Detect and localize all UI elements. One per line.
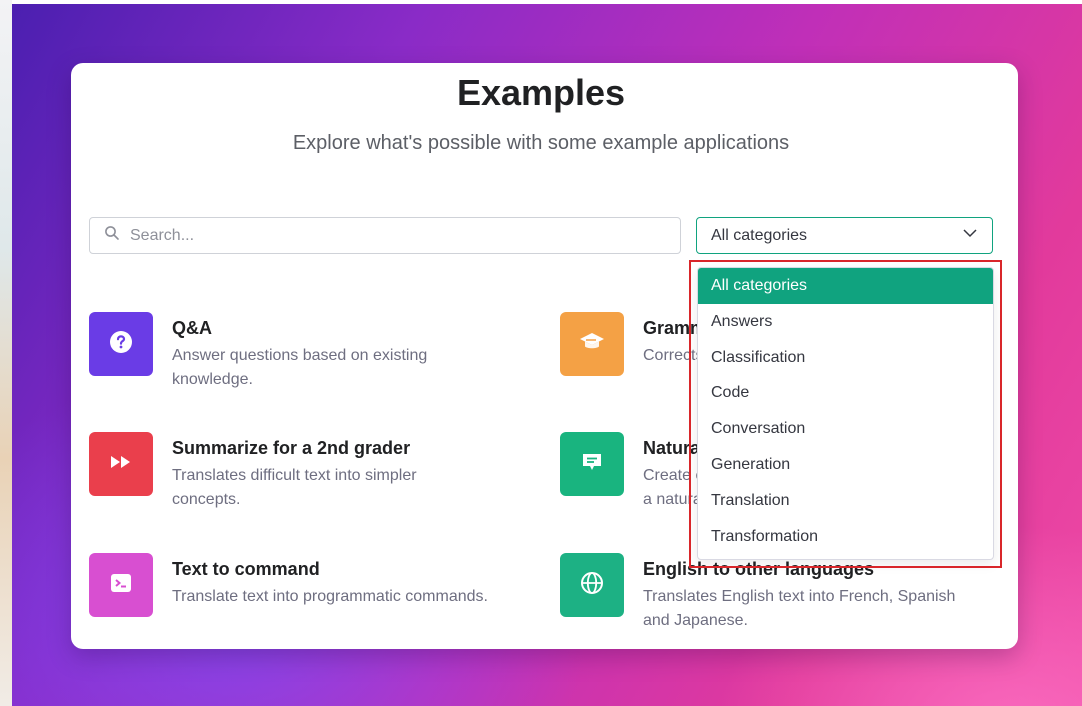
example-title: Summarize for a 2nd grader	[172, 438, 411, 458]
example-description: Create code to call to the OpenAI API us…	[643, 467, 703, 508]
example-description: Translate text into programmatic command…	[172, 588, 488, 605]
globe-icon	[580, 571, 604, 600]
example-title: English to other languages	[643, 559, 875, 579]
chevron-down-icon	[962, 225, 978, 246]
example-title: Q&A	[172, 318, 212, 338]
dropdown-option-conversation[interactable]: Conversation	[698, 411, 993, 447]
category-dropdown-menu: All categories Answers Classification Co…	[697, 267, 994, 560]
example-icon-tile	[560, 312, 624, 376]
example-icon-tile	[560, 432, 624, 496]
example-icon-tile	[89, 312, 153, 376]
example-description: Corrects sentences into standard English…	[643, 347, 703, 364]
category-select-value: All categories	[711, 226, 808, 244]
example-item-grammar[interactable]: Grammar correction Corrects sentences in…	[560, 312, 703, 376]
search-box[interactable]	[89, 217, 681, 254]
example-item-english-to-other[interactable]: English to other languages Translates En…	[560, 553, 955, 633]
dropdown-option-transformation[interactable]: Transformation	[698, 519, 993, 555]
example-icon-tile	[89, 432, 153, 496]
dropdown-option-code[interactable]: Code	[698, 375, 993, 411]
example-item-summarize[interactable]: Summarize for a 2nd grader Translates di…	[89, 432, 417, 512]
search-input[interactable]	[128, 225, 652, 246]
dropdown-option-answers[interactable]: Answers	[698, 304, 993, 340]
example-description: Translates English text into French, Spa…	[643, 588, 956, 629]
terminal-icon	[109, 572, 133, 599]
example-item-text-to-command[interactable]: Text to command Translate text into prog…	[89, 553, 488, 617]
example-icon-tile	[560, 553, 624, 617]
example-description: Answer questions based on existing knowl…	[172, 347, 428, 388]
dropdown-option-all-categories[interactable]: All categories	[698, 268, 993, 304]
question-icon	[109, 330, 133, 359]
message-icon	[580, 450, 604, 479]
page-subtitle: Explore what's possible with some exampl…	[292, 132, 790, 154]
dropdown-option-classification[interactable]: Classification	[698, 340, 993, 376]
example-description: Translates difficult text into simpler c…	[172, 467, 417, 508]
example-title: Text to command	[172, 559, 320, 579]
search-icon	[104, 225, 120, 246]
example-icon-tile	[89, 553, 153, 617]
example-title: Grammar correction	[643, 318, 703, 338]
graduation-cap-icon	[579, 331, 605, 358]
dropdown-option-translation[interactable]: Translation	[698, 483, 993, 519]
fast-forward-icon	[109, 454, 133, 475]
dropdown-option-generation[interactable]: Generation	[698, 447, 993, 483]
example-title: Natural language to OpenAI API	[643, 438, 703, 458]
category-select[interactable]: All categories	[696, 217, 993, 254]
example-item-qa[interactable]: Q&A Answer questions based on existing k…	[89, 312, 427, 392]
page-title: Examples	[456, 72, 626, 113]
example-item-nl-to-api[interactable]: Natural language to OpenAI API Create co…	[560, 432, 703, 512]
